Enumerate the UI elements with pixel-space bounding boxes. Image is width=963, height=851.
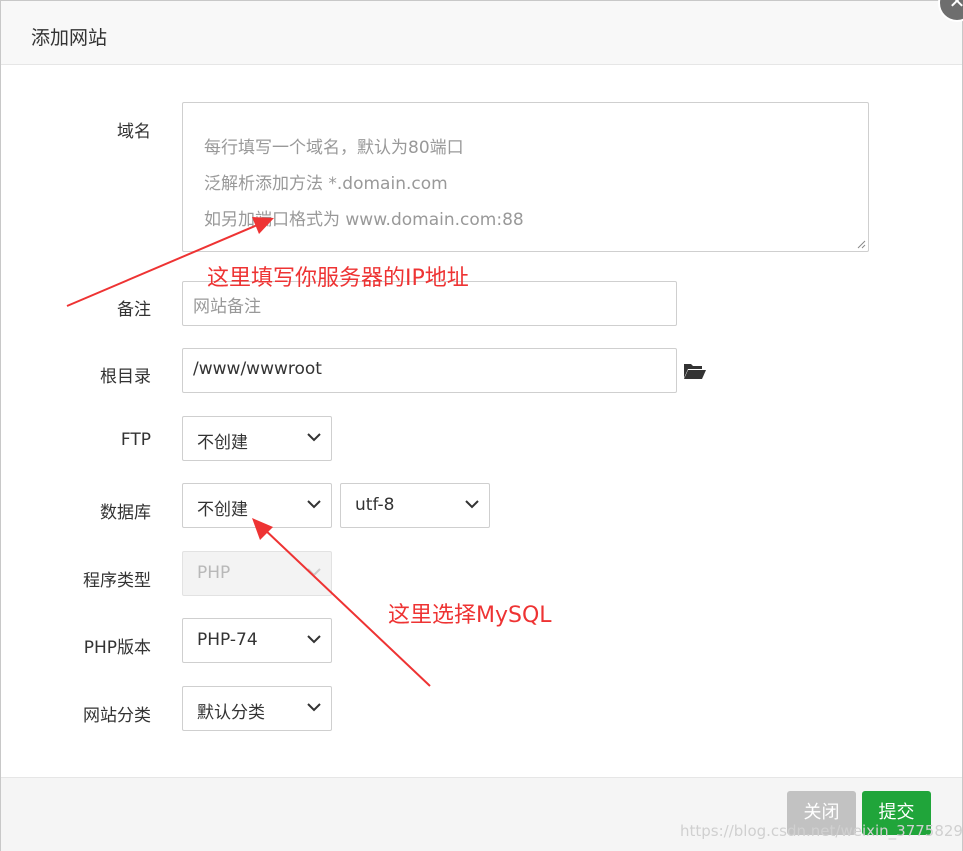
chevron-down-icon [307, 500, 321, 509]
php-version-label: PHP版本 [83, 638, 151, 658]
domain-label: 域名 [117, 122, 151, 142]
annotation-domain: 这里填写你服务器的IP地址 [207, 266, 469, 291]
site-category-select[interactable]: 默认分类 [182, 686, 332, 731]
ftp-select[interactable]: 不创建 [182, 416, 332, 461]
dialog-header: 添加网站 [1, 1, 962, 65]
folder-open-icon[interactable] [683, 361, 707, 381]
domain-placeholder-line: 泛解析添加方法 *.domain.com [204, 174, 448, 194]
domain-placeholder-line: 如另加端口格式为 www.domain.com:88 [204, 210, 524, 230]
chevron-down-icon [307, 635, 321, 644]
chevron-down-icon [307, 703, 321, 712]
database-selected: 不创建 [197, 500, 248, 520]
site-category-label: 网站分类 [83, 706, 151, 726]
site-category-selected: 默认分类 [197, 703, 265, 723]
database-label: 数据库 [100, 503, 151, 523]
watermark: https://blog.csdn.net/weixin_37758297 [680, 822, 963, 840]
php-version-select[interactable]: PHP-74 [182, 618, 332, 663]
chevron-down-icon [465, 500, 479, 509]
annotation-database: 这里选择MySQL [388, 603, 552, 628]
program-type-label: 程序类型 [83, 571, 151, 591]
php-version-selected: PHP-74 [197, 630, 258, 650]
root-dir-label: 根目录 [100, 367, 151, 387]
root-dir-input[interactable]: /www/wwwroot [182, 348, 677, 393]
chevron-down-icon [307, 433, 321, 442]
domain-textarea[interactable]: 每行填写一个域名，默认为80端口 泛解析添加方法 *.domain.com 如另… [182, 102, 869, 252]
domain-placeholder-line: 每行填写一个域名，默认为80端口 [204, 138, 464, 158]
add-site-dialog: 添加网站 域名 每行填写一个域名，默认为80端口 泛解析添加方法 *.domai… [0, 0, 963, 851]
chevron-down-icon [307, 568, 321, 577]
database-select[interactable]: 不创建 [182, 483, 332, 528]
program-type-selected: PHP [197, 563, 231, 583]
charset-select[interactable]: utf-8 [340, 483, 490, 528]
remark-label: 备注 [117, 300, 151, 320]
resize-handle-icon[interactable] [856, 239, 866, 249]
program-type-select: PHP [182, 551, 332, 596]
root-dir-value: /www/wwwroot [193, 359, 322, 379]
ftp-selected: 不创建 [197, 433, 248, 453]
ftp-label: FTP [120, 430, 151, 450]
dialog-title: 添加网站 [31, 27, 108, 49]
charset-selected: utf-8 [355, 495, 395, 515]
remark-placeholder: 网站备注 [193, 297, 261, 317]
